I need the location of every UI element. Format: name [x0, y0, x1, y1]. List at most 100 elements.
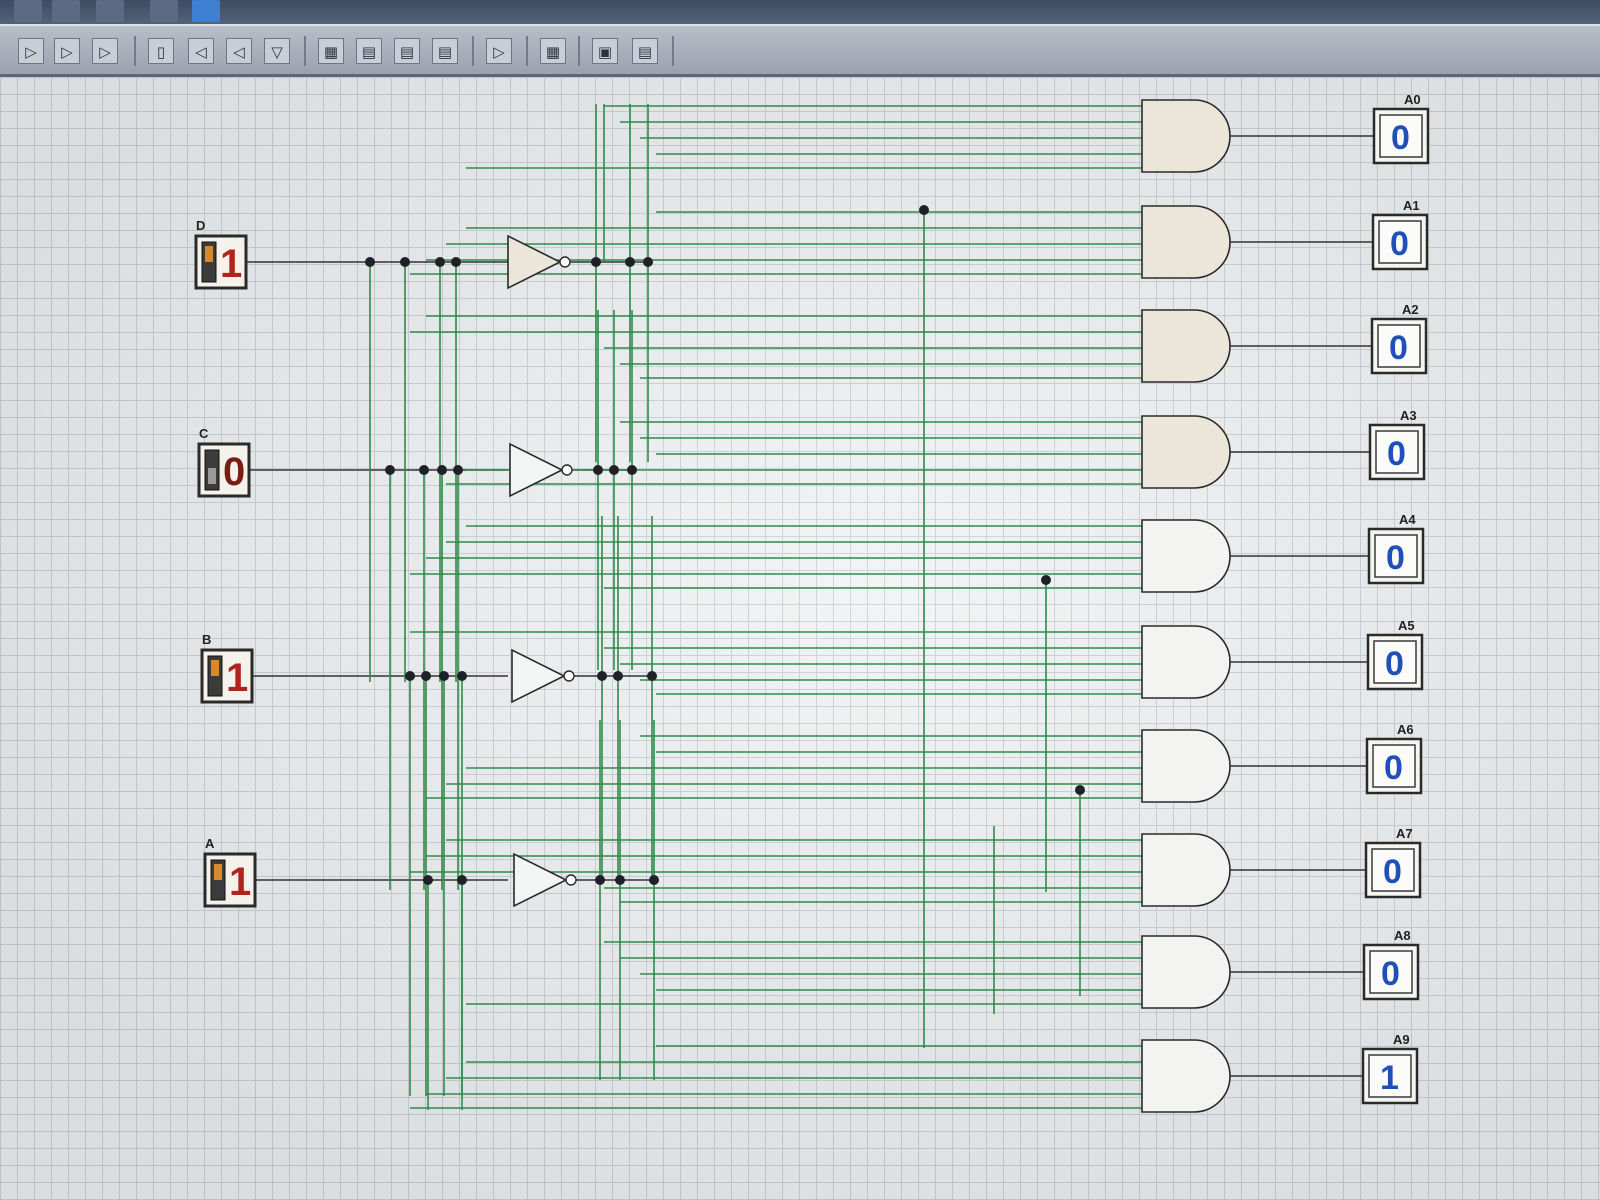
- junction-dot: [1041, 575, 1051, 585]
- junction-dot: [591, 257, 601, 267]
- junction-dot: [643, 257, 653, 267]
- junction-dot: [613, 671, 623, 681]
- junction-dot: [597, 671, 607, 681]
- and-gate-4: [1141, 519, 1231, 593]
- and-gate-0: [1141, 99, 1231, 173]
- output-label: A1: [1403, 198, 1420, 213]
- and-gate-body: [1141, 309, 1231, 383]
- junction-dot: [423, 875, 433, 885]
- and-gate-3: [1141, 415, 1231, 489]
- junction-dot: [385, 465, 395, 475]
- junction-dot: [609, 465, 619, 475]
- output-display-a3: A3 0: [1368, 408, 1426, 481]
- output-value: 0: [1390, 225, 1409, 263]
- junction-dot: [405, 671, 415, 681]
- output-display-a2: A2 0: [1370, 302, 1428, 375]
- and-gate-2: [1141, 309, 1231, 383]
- output-value: 0: [1385, 645, 1404, 683]
- switch-knob[interactable]: [211, 660, 219, 676]
- output-value: 1: [1380, 1059, 1399, 1097]
- not-gate: [509, 442, 573, 498]
- output-label: A2: [1402, 302, 1419, 317]
- and-gate-body: [1141, 205, 1231, 279]
- junction-dot: [419, 465, 429, 475]
- input-value: 1: [229, 860, 251, 904]
- output-display-a8: A8 0: [1362, 928, 1420, 1001]
- not-gate-body: [509, 442, 564, 498]
- output-label: A0: [1404, 92, 1421, 107]
- output-value: 0: [1381, 955, 1400, 993]
- junction-dot: [457, 671, 467, 681]
- junction-dot: [647, 671, 657, 681]
- junction-dot: [453, 465, 463, 475]
- output-value: 0: [1391, 119, 1410, 157]
- output-label: A7: [1396, 826, 1413, 841]
- and-gates: [1141, 99, 1231, 1113]
- output-label: A6: [1397, 722, 1414, 737]
- input-switches[interactable]: D1C0B1A1: [194, 218, 257, 908]
- input-label: B: [202, 632, 211, 647]
- not-gate-bubble: [559, 256, 571, 268]
- junction-dot: [595, 875, 605, 885]
- output-label: A8: [1394, 928, 1411, 943]
- not-gate-bubble: [561, 464, 573, 476]
- and-gate-body: [1141, 415, 1231, 489]
- and-gate-8: [1141, 935, 1231, 1009]
- output-displays: A0 0 A1 0 A2 0 A3 0 A4 0 A5 0 A6 0 A7 0 A8 0 A9 1: [1361, 92, 1430, 1105]
- output-label: A4: [1399, 512, 1416, 527]
- output-value: 0: [1389, 329, 1408, 367]
- output-display-a0: A0 0: [1372, 92, 1430, 165]
- output-value: 0: [1384, 749, 1403, 787]
- input-switch-d[interactable]: D1: [194, 218, 248, 290]
- circuit-diagram[interactable]: D1C0B1A1 A00A10A20A30A40A50A60A70A80A91: [0, 0, 1600, 1200]
- input-switch-b[interactable]: B1: [200, 632, 254, 704]
- output-label: A3: [1400, 408, 1417, 423]
- junction-dot: [627, 465, 637, 475]
- junction-dot: [615, 875, 625, 885]
- input-label: A: [205, 836, 215, 851]
- junction-dot: [919, 205, 929, 215]
- and-gate-body: [1141, 833, 1231, 907]
- junction-dot: [1075, 785, 1085, 795]
- and-gate-body: [1141, 99, 1231, 173]
- input-label: D: [196, 218, 205, 233]
- junction-dot: [435, 257, 445, 267]
- not-gate-bubble: [563, 670, 575, 682]
- input-value: 1: [220, 242, 242, 286]
- switch-knob[interactable]: [208, 468, 216, 484]
- and-gate-5: [1141, 625, 1231, 699]
- junction-dot: [439, 671, 449, 681]
- switch-knob[interactable]: [214, 864, 222, 880]
- output-display-a4: A4 0: [1367, 512, 1425, 585]
- input-label: C: [199, 426, 209, 441]
- output-label: A9: [1393, 1032, 1410, 1047]
- not-gate: [513, 852, 577, 908]
- input-value: 1: [226, 656, 248, 700]
- junction-dot: [649, 875, 659, 885]
- output-display-a1: A1 0: [1371, 198, 1429, 271]
- and-gate-7: [1141, 833, 1231, 907]
- output-display-a5: A5 0: [1366, 618, 1424, 691]
- input-switch-c[interactable]: C0: [197, 426, 251, 498]
- switch-knob[interactable]: [205, 246, 213, 262]
- wire-junctions: [365, 205, 1085, 885]
- junction-dot: [365, 257, 375, 267]
- output-value: 0: [1387, 435, 1406, 473]
- junction-dot: [421, 671, 431, 681]
- and-gate-body: [1141, 625, 1231, 699]
- not-gate-body: [511, 648, 566, 704]
- and-gate-body: [1141, 935, 1231, 1009]
- input-switch-a[interactable]: A1: [203, 836, 257, 908]
- output-label: A5: [1398, 618, 1415, 633]
- output-value: 0: [1386, 539, 1405, 577]
- junction-dot: [437, 465, 447, 475]
- junction-dot: [457, 875, 467, 885]
- input-value: 0: [223, 450, 245, 494]
- and-gate-body: [1141, 519, 1231, 593]
- not-gate-body: [513, 852, 568, 908]
- and-gate-9: [1141, 1039, 1231, 1113]
- and-gate-6: [1141, 729, 1231, 803]
- output-display-a6: A6 0: [1365, 722, 1423, 795]
- output-display-a7: A7 0: [1364, 826, 1422, 899]
- and-gate-body: [1141, 729, 1231, 803]
